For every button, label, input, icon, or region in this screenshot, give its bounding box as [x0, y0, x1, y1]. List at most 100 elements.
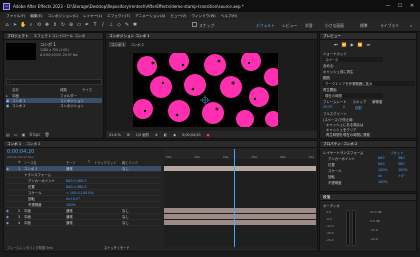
- shortcut-dropdown[interactable]: スペース: [323, 57, 383, 62]
- workspace-small-screen[interactable]: 小さな画面: [325, 23, 344, 29]
- play-icon[interactable]: ▶: [351, 42, 354, 47]
- zoom-tool-icon[interactable]: ⌕: [28, 22, 34, 29]
- text-tool-icon[interactable]: T: [92, 22, 98, 29]
- resolution-dropdown[interactable]: 1/2 画質: [136, 132, 149, 137]
- menu-animation[interactable]: アニメーション(A): [135, 14, 165, 19]
- close-button[interactable]: ✕: [406, 0, 418, 12]
- visibility-icon[interactable]: ◉: [6, 221, 18, 225]
- skip-value[interactable]: 0: [343, 105, 345, 110]
- prop-scale-x[interactable]: 100%: [378, 168, 388, 172]
- audio-tab[interactable]: オーディオ: [323, 203, 340, 208]
- transform-section-label[interactable]: レイヤートランスフォーム: [323, 150, 363, 155]
- new-folder-icon[interactable]: ▭: [14, 132, 18, 137]
- start-dropdown[interactable]: 現在の時間: [323, 93, 383, 98]
- menu-layer[interactable]: レイヤー(L): [83, 14, 102, 19]
- new-composition-icon[interactable]: ▣: [22, 132, 26, 137]
- rectangle-tool-icon[interactable]: ▭: [76, 22, 82, 29]
- visibility-icon[interactable]: ◉: [6, 167, 18, 171]
- composition-viewer-canvas[interactable]: [133, 53, 278, 127]
- trash-icon[interactable]: 🗑: [44, 132, 49, 137]
- home-icon[interactable]: ⌂: [4, 22, 10, 29]
- menu-file[interactable]: ファイル(F): [6, 14, 25, 19]
- orbit-camera-icon[interactable]: ⟲: [36, 22, 42, 29]
- res-value[interactable]: 自動: [355, 105, 362, 110]
- column-track-matte[interactable]: トラックマット: [94, 160, 122, 165]
- workspace-default[interactable]: デフォルト: [256, 23, 275, 29]
- prop-rotation-deg[interactable]: +0°: [398, 174, 405, 178]
- zoom-dropdown[interactable]: 51.6 %: [109, 133, 121, 137]
- prop-anchor-y[interactable]: 360: [398, 156, 404, 160]
- menu-composition[interactable]: コンポジション(C): [48, 14, 78, 19]
- prop-position-y[interactable]: 360: [398, 162, 404, 166]
- breadcrumb-comp-2[interactable]: コンポ 2: [130, 42, 143, 47]
- bit-depth-label[interactable]: 8 bpc: [29, 132, 40, 137]
- time-ruler[interactable]: 00s 02s 04s 06s 08s 10s: [164, 149, 316, 159]
- tab-timeline-comp-1[interactable]: コンポ 1: [7, 142, 21, 147]
- prop-rotation-turns[interactable]: 0x: [378, 174, 382, 178]
- paragraph-tab[interactable]: 段落: [323, 195, 330, 200]
- stop-option-3[interactable]: 再生時間を現在の時間に移動: [326, 132, 370, 137]
- layer-bar-3[interactable]: [164, 214, 316, 219]
- project-search-input[interactable]: ⌕: [6, 79, 102, 85]
- camera-icon[interactable]: ◉: [173, 133, 176, 137]
- menu-effect[interactable]: エフェクト(T): [107, 14, 130, 19]
- workspace-more-icon[interactable]: »: [410, 23, 412, 28]
- rotate-tool-icon[interactable]: ↻: [60, 22, 66, 29]
- workspace-learn[interactable]: 学習: [305, 23, 313, 29]
- snap-checkbox[interactable]: [192, 22, 197, 27]
- selection-tool-icon[interactable]: ➤: [12, 22, 18, 29]
- eraser-tool-icon[interactable]: ◇: [116, 22, 122, 29]
- maximize-button[interactable]: ☐: [394, 0, 406, 12]
- minimize-button[interactable]: —: [382, 0, 394, 12]
- column-size[interactable]: サイズ: [82, 87, 102, 92]
- prev-frame-icon[interactable]: ⏪: [342, 42, 347, 47]
- hand-tool-icon[interactable]: ✋: [20, 22, 26, 29]
- menu-view[interactable]: ビュー(V): [170, 14, 186, 19]
- toggle-switches-modes[interactable]: スイッチ / モード: [104, 245, 129, 250]
- brush-tool-icon[interactable]: ∕: [100, 22, 106, 29]
- fullscreen-label[interactable]: フルスクリーン: [323, 111, 347, 116]
- column-source-name[interactable]: ソース名: [24, 160, 66, 165]
- column-type[interactable]: 種類: [60, 87, 82, 92]
- menu-window[interactable]: ウィンドウ(W): [191, 14, 215, 19]
- grid-icon[interactable]: #: [155, 133, 158, 137]
- fps-value[interactable]: 29.97: [323, 105, 333, 110]
- menu-help[interactable]: ヘルプ(H): [221, 14, 237, 19]
- layer-bar-1[interactable]: [164, 166, 316, 171]
- cache-checkbox-label[interactable]: キャッシュ前に再生: [323, 69, 354, 74]
- reset-link[interactable]: リセット: [390, 150, 404, 155]
- pan-camera-icon[interactable]: ✥: [44, 22, 50, 29]
- visibility-icon[interactable]: ◉: [6, 209, 18, 213]
- list-item[interactable]: ▣ コンポ 2 コンポジション: [6, 103, 102, 109]
- pen-tool-icon[interactable]: ✒: [84, 22, 90, 29]
- column-mode[interactable]: モード: [66, 160, 88, 165]
- puppet-tool-icon[interactable]: ✱: [132, 22, 138, 29]
- layer-bar-2[interactable]: [164, 208, 316, 213]
- color-icon[interactable]: ●: [207, 133, 210, 137]
- visibility-icon[interactable]: ◉: [6, 215, 18, 219]
- first-frame-icon[interactable]: ⏮: [334, 42, 338, 47]
- tab-timeline-comp-2[interactable]: コンポ 2: [26, 142, 40, 147]
- timeline-tracks[interactable]: 00s 02s 04s 06s 08s 10s: [164, 149, 316, 247]
- clone-stamp-icon[interactable]: ⊥: [108, 22, 114, 29]
- menu-edit[interactable]: 編集(E): [30, 14, 42, 19]
- last-frame-icon[interactable]: ⏭: [367, 42, 371, 47]
- workspace-review[interactable]: レビュー: [282, 23, 297, 29]
- roto-brush-icon[interactable]: ✎: [124, 22, 130, 29]
- column-name[interactable]: 名前: [6, 87, 60, 92]
- anchor-tool-icon[interactable]: ⊕: [68, 22, 74, 29]
- comp-timecode[interactable]: 0;00;04;20: [182, 133, 201, 137]
- column-parent[interactable]: 親とリンク: [122, 160, 152, 165]
- tab-project[interactable]: プロジェクト: [7, 34, 29, 39]
- mask-icon[interactable]: ◧: [164, 133, 167, 137]
- breadcrumb-comp-1[interactable]: コンポ 1: [109, 42, 127, 47]
- range-dropdown[interactable]: ワークエリアを作業範囲に拡大: [323, 81, 415, 86]
- prop-position-x[interactable]: 640: [378, 162, 384, 166]
- layer-bar-4[interactable]: [164, 220, 316, 225]
- next-frame-icon[interactable]: ⏩: [358, 42, 363, 47]
- tab-composition[interactable]: コンポジション コンポ 1: [109, 34, 150, 39]
- table-row[interactable]: ◉ 4 平面 通常 なし: [6, 220, 161, 226]
- dolly-camera-icon[interactable]: ⇕: [52, 22, 58, 29]
- tab-effect-controls[interactable]: エフェクトコントロール コンポ: [34, 34, 85, 39]
- column-number[interactable]: #: [6, 160, 24, 165]
